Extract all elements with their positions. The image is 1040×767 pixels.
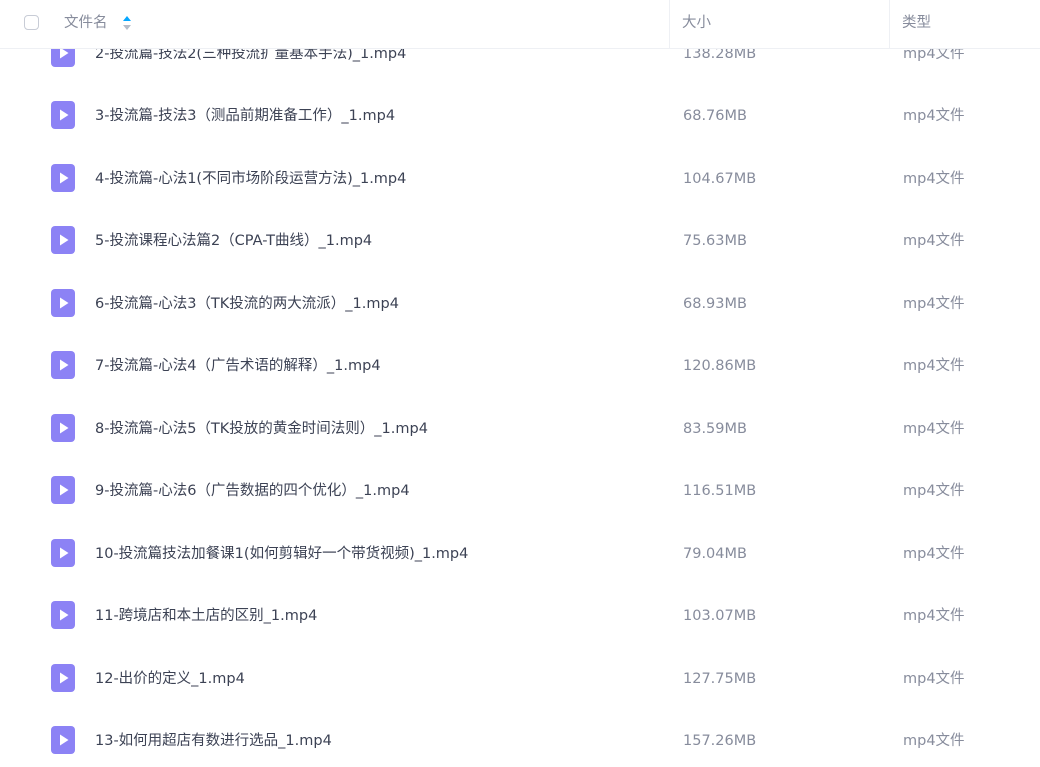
list-item[interactable]: 7-投流篇-心法4（广告术语的解释）_1.mp4 120.86MB mp4文件 xyxy=(0,351,1040,428)
file-size: 104.67MB xyxy=(683,171,757,187)
file-name[interactable]: 4-投流篇-心法1(不同市场阶段运营方法)_1.mp4 xyxy=(95,170,406,188)
list-item[interactable]: 3-投流篇-技法3（测品前期准备工作）_1.mp4 68.76MB mp4文件 xyxy=(0,101,1040,178)
video-file-icon xyxy=(51,164,75,192)
file-size: 68.76MB xyxy=(683,108,747,124)
file-size: 157.26MB xyxy=(683,733,757,749)
file-type: mp4文件 xyxy=(903,233,965,249)
file-type: mp4文件 xyxy=(903,483,965,499)
column-divider[interactable] xyxy=(889,0,890,48)
file-size: 127.75MB xyxy=(683,671,757,687)
video-file-icon xyxy=(51,539,75,567)
file-type: mp4文件 xyxy=(903,108,965,124)
file-type: mp4文件 xyxy=(903,733,965,749)
file-type: mp4文件 xyxy=(903,358,965,374)
video-file-icon xyxy=(51,414,75,442)
column-header-name[interactable]: 文件名 xyxy=(64,14,108,32)
video-file-icon xyxy=(51,601,75,629)
list-item[interactable]: 11-跨境店和本土店的区别_1.mp4 103.07MB mp4文件 xyxy=(0,601,1040,678)
column-header-size[interactable]: 大小 xyxy=(682,14,711,32)
list-item[interactable]: 5-投流课程心法篇2（CPA-T曲线）_1.mp4 75.63MB mp4文件 xyxy=(0,226,1040,303)
list-item[interactable]: 13-如何用超店有数进行选品_1.mp4 157.26MB mp4文件 xyxy=(0,726,1040,767)
file-size: 120.86MB xyxy=(683,358,757,374)
sort-icon[interactable] xyxy=(122,15,132,31)
list-header: 文件名 大小 类型 xyxy=(0,0,1040,49)
file-size: 75.63MB xyxy=(683,233,747,249)
video-file-icon xyxy=(51,726,75,754)
select-all-checkbox[interactable] xyxy=(24,15,39,30)
column-header-type[interactable]: 类型 xyxy=(902,14,931,32)
file-name[interactable]: 10-投流篇技法加餐课1(如何剪辑好一个带货视频)_1.mp4 xyxy=(95,545,468,563)
file-name[interactable]: 5-投流课程心法篇2（CPA-T曲线）_1.mp4 xyxy=(95,232,372,250)
column-divider[interactable] xyxy=(669,0,670,48)
video-file-icon xyxy=(51,664,75,692)
video-file-icon xyxy=(51,226,75,254)
video-file-icon xyxy=(51,289,75,317)
file-size: 79.04MB xyxy=(683,546,747,562)
file-type: mp4文件 xyxy=(903,421,965,437)
file-size: 68.93MB xyxy=(683,296,747,312)
video-file-icon xyxy=(51,351,75,379)
file-type: mp4文件 xyxy=(903,671,965,687)
file-name[interactable]: 11-跨境店和本土店的区别_1.mp4 xyxy=(95,607,317,625)
file-type: mp4文件 xyxy=(903,296,965,312)
file-type: mp4文件 xyxy=(903,546,965,562)
list-item[interactable]: 9-投流篇-心法6（广告数据的四个优化）_1.mp4 116.51MB mp4文… xyxy=(0,476,1040,553)
file-type: mp4文件 xyxy=(903,171,965,187)
file-name[interactable]: 6-投流篇-心法3（TK投流的两大流派）_1.mp4 xyxy=(95,295,399,313)
file-name[interactable]: 12-出价的定义_1.mp4 xyxy=(95,670,245,688)
video-file-icon xyxy=(51,101,75,129)
file-list: 2-投流篇-技法2(三种投流扩量基本手法)_1.mp4 138.28MB mp4… xyxy=(0,0,1040,767)
file-name[interactable]: 3-投流篇-技法3（测品前期准备工作）_1.mp4 xyxy=(95,107,395,125)
file-name[interactable]: 8-投流篇-心法5（TK投放的黄金时间法则）_1.mp4 xyxy=(95,420,428,438)
file-size: 83.59MB xyxy=(683,421,747,437)
file-name[interactable]: 7-投流篇-心法4（广告术语的解释）_1.mp4 xyxy=(95,357,381,375)
file-name[interactable]: 9-投流篇-心法6（广告数据的四个优化）_1.mp4 xyxy=(95,482,410,500)
file-type: mp4文件 xyxy=(903,608,965,624)
file-size: 116.51MB xyxy=(683,483,757,499)
file-size: 103.07MB xyxy=(683,608,757,624)
file-name[interactable]: 13-如何用超店有数进行选品_1.mp4 xyxy=(95,732,332,750)
video-file-icon xyxy=(51,476,75,504)
